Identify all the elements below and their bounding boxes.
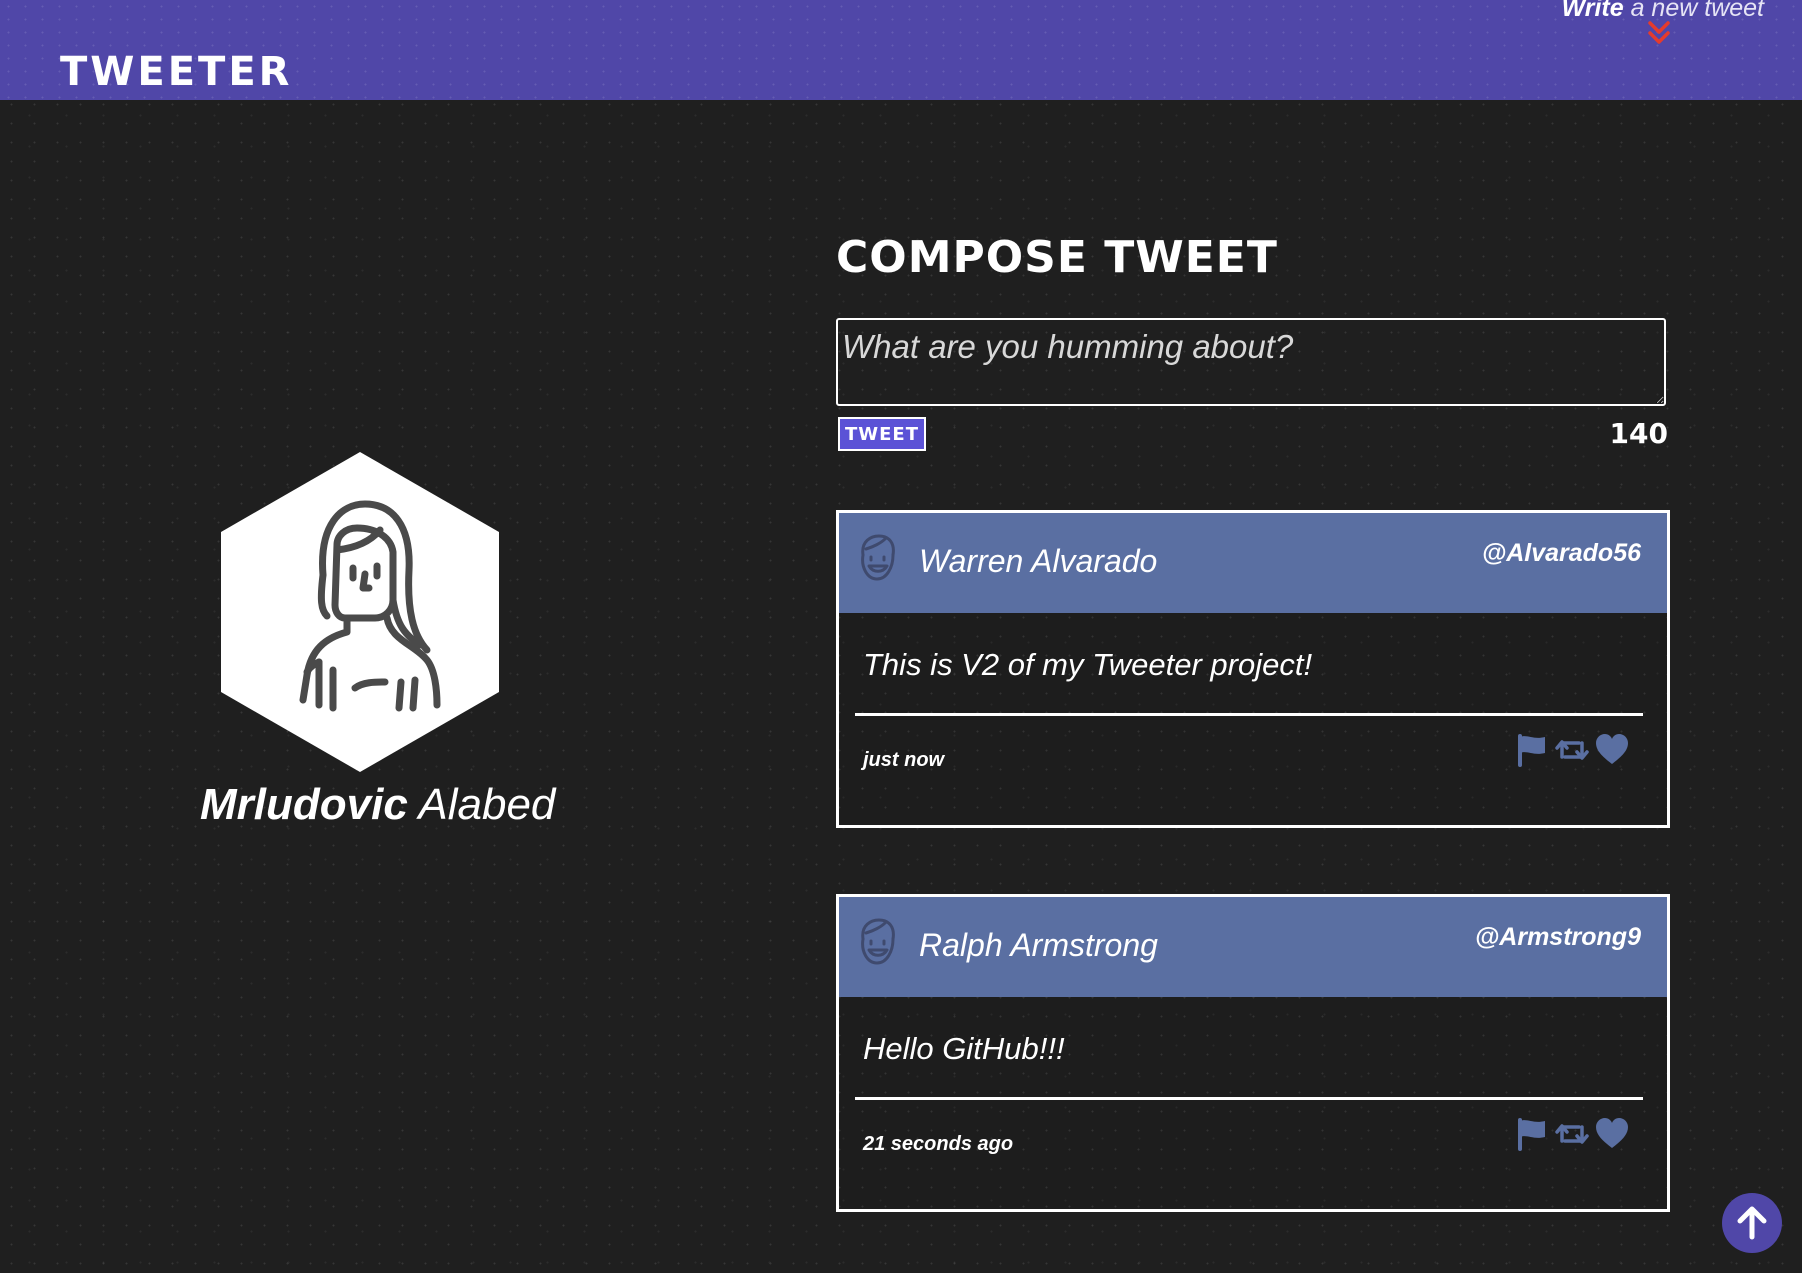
tweet-card: Warren Alvarado @Alvarado56 This is V2 o… [836, 510, 1670, 828]
user-profile: Mrludovic Alabed [200, 450, 555, 830]
tweet-submit-button[interactable]: TWEET [838, 417, 926, 451]
scroll-to-top-button[interactable] [1722, 1193, 1782, 1253]
smiling-face-avatar-icon [861, 918, 895, 965]
flag-icon[interactable] [1515, 1117, 1549, 1151]
profile-last-name: Alabed [418, 780, 556, 829]
tweet-timestamp: 21 seconds ago [863, 1133, 1014, 1155]
arrow-up-icon [1737, 1206, 1767, 1240]
profile-first-name: Mrludovic [200, 780, 408, 829]
heart-icon[interactable] [1595, 733, 1629, 767]
tweet-header: Ralph Armstrong @Armstrong9 [839, 897, 1667, 997]
retweet-icon[interactable] [1555, 733, 1589, 767]
write-new-tweet-toggle[interactable]: Write a new tweet [1562, 0, 1764, 49]
tweet-author-name: Ralph Armstrong [919, 927, 1158, 963]
tweet-author-handle: @Alvarado56 [1481, 539, 1641, 567]
tweet-author-name: Warren Alvarado [919, 543, 1158, 579]
top-nav: TWEETER Write a new tweet [0, 0, 1802, 100]
tweet-divider [855, 1097, 1643, 1100]
tweet-content: Hello GitHub!!! [863, 1031, 1065, 1066]
double-chevron-down-icon[interactable] [1644, 19, 1674, 49]
retweet-icon[interactable] [1555, 1117, 1589, 1151]
tweet-actions [1515, 1117, 1629, 1151]
compose-tweet-section: COMPOSE TWEET TWEET 140 [836, 236, 1670, 457]
tweet-actions [1515, 733, 1629, 767]
tweet-content: This is V2 of my Tweeter project! [863, 647, 1313, 682]
tweet-author-handle: @Armstrong9 [1474, 923, 1641, 951]
profile-name: Mrludovic Alabed [200, 780, 555, 830]
woman-avatar-icon [221, 452, 499, 772]
compose-title: COMPOSE TWEET [836, 232, 1278, 283]
write-label-bold: Write [1561, 0, 1624, 22]
tweet-text-input[interactable] [836, 318, 1666, 406]
smiling-face-avatar-icon [861, 534, 895, 581]
tweet-card: Ralph Armstrong @Armstrong9 Hello GitHub… [836, 894, 1670, 1212]
brand-logo[interactable]: TWEETER [60, 52, 292, 92]
tweet-header: Warren Alvarado @Alvarado56 [839, 513, 1667, 613]
compose-controls: TWEET 140 [836, 417, 1670, 457]
char-counter: 140 [1609, 417, 1668, 450]
tweet-timestamp: just now [863, 749, 945, 771]
heart-icon[interactable] [1595, 1117, 1629, 1151]
tweet-divider [855, 713, 1643, 716]
flag-icon[interactable] [1515, 733, 1549, 767]
